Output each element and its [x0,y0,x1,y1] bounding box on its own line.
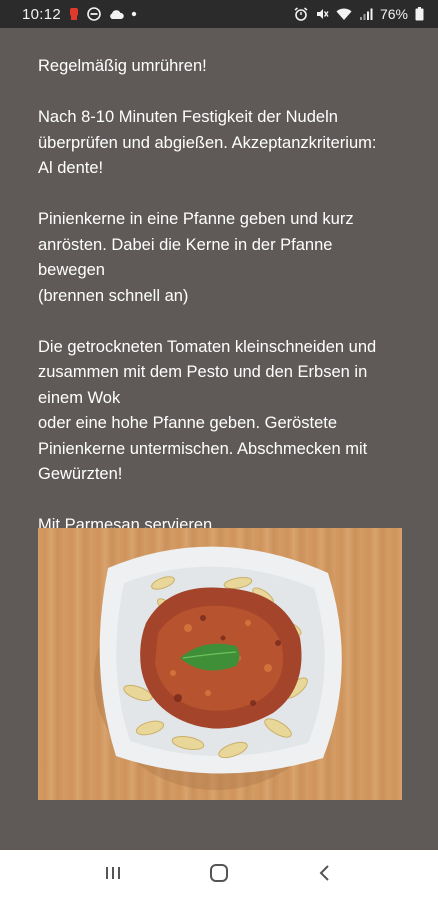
signal-icon [359,6,373,22]
mute-icon [315,6,329,22]
back-icon [318,864,332,887]
wifi-icon [336,6,352,22]
dnd-icon [87,6,101,22]
recipe-paragraph: Regelmäßig umrühren! [38,57,207,75]
battery-icon [415,6,424,22]
status-time: 10:12 [22,5,62,23]
dot-icon [131,6,137,22]
home-button[interactable] [199,855,239,895]
recipe-paragraph: Nach 8-10 Minuten Festigkeit der Nudeln … [38,108,377,177]
navigation-bar [0,850,438,900]
battery-percent: 76% [379,6,408,22]
status-left: 10:12 [22,6,137,23]
dish-photo [38,528,402,800]
status-bar: 10:12 76% [0,0,438,28]
recent-apps-button[interactable] [93,855,133,895]
notification-icon [68,6,80,22]
alarm-icon [294,6,308,22]
cloud-icon [108,6,124,22]
recipe-paragraph: Die getrockneten Tomaten kleinschneiden … [38,337,377,484]
status-right: 76% [294,6,424,22]
recipe-paragraph: Pinienkerne in eine Pfanne geben und kur… [38,210,354,305]
recent-apps-icon [104,865,122,886]
back-button[interactable] [305,855,345,895]
home-icon [209,863,229,888]
